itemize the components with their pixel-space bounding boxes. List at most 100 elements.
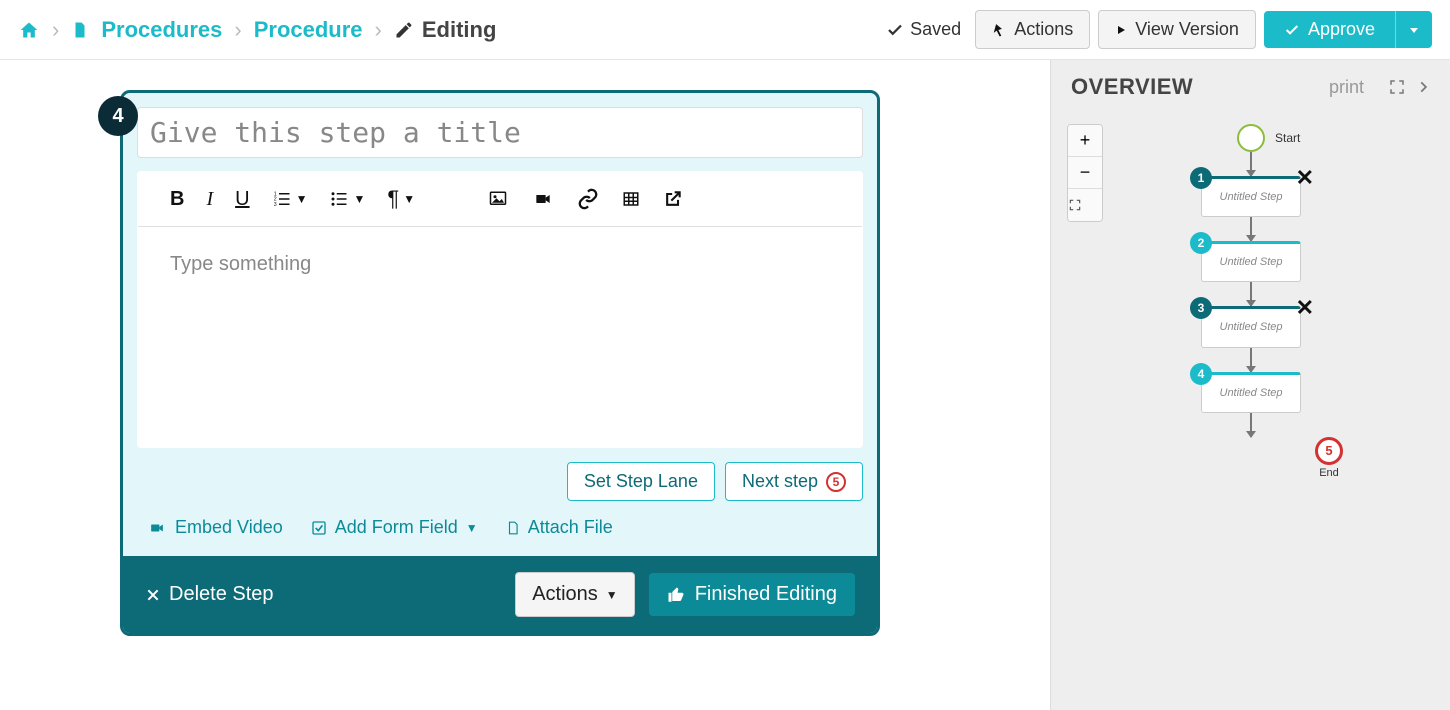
embed-video-link[interactable]: Embed Video: [147, 517, 283, 538]
flow-step-node[interactable]: 4Untitled Step: [1201, 372, 1301, 413]
link-icon[interactable]: [577, 188, 599, 210]
flow-step-number: 1: [1190, 167, 1212, 189]
collapse-icon[interactable]: [1416, 78, 1430, 96]
next-step-badge: 5: [826, 472, 846, 492]
print-link[interactable]: print: [1329, 77, 1364, 98]
delete-step-label: Delete Step: [169, 583, 274, 606]
fullscreen-icon[interactable]: [1388, 78, 1406, 96]
flow-step-node[interactable]: 2Untitled Step: [1201, 241, 1301, 282]
flow-step-label: Untitled Step: [1208, 321, 1294, 334]
current-step-badge: 4: [98, 96, 138, 136]
breadcrumb: › Procedures › Procedure › Editing: [18, 17, 496, 43]
overview-panel: OVERVIEW print + − Start: [1050, 60, 1450, 710]
footer-actions-label: Actions: [532, 583, 598, 606]
zoom-out-button[interactable]: −: [1068, 157, 1102, 189]
view-version-button[interactable]: View Version: [1098, 10, 1256, 49]
finished-editing-button[interactable]: Finished Editing: [649, 573, 855, 616]
flow-connector: [1250, 348, 1252, 372]
bold-icon[interactable]: B: [170, 188, 184, 211]
zoom-fit-button[interactable]: [1068, 189, 1102, 221]
rte-toolbar: B I U 123 ▼ ▼ ¶ ▼: [138, 172, 862, 227]
set-step-lane-button[interactable]: Set Step Lane: [567, 462, 715, 501]
table-icon[interactable]: [621, 190, 641, 208]
delete-step-link[interactable]: Delete Step: [145, 583, 274, 606]
actions-label: Actions: [1014, 19, 1073, 40]
flow-connector: [1250, 152, 1252, 176]
end-label: End: [1319, 467, 1339, 479]
flow-step-label: Untitled Step: [1208, 256, 1294, 269]
zoom-in-button[interactable]: +: [1068, 125, 1102, 157]
file-icon: [71, 20, 89, 40]
paragraph-icon[interactable]: ¶ ▼: [387, 186, 415, 212]
start-circle-icon: [1237, 124, 1265, 152]
embed-video-label: Embed Video: [175, 517, 283, 538]
add-form-field-link[interactable]: Add Form Field ▼: [311, 517, 478, 538]
step-action-row: Set Step Lane Next step 5: [123, 462, 877, 511]
breadcrumb-separator: ›: [52, 17, 59, 43]
topbar-right: Saved Actions View Version Approve: [886, 10, 1432, 49]
end-circle-icon: 5: [1315, 437, 1343, 465]
editor-column: 4 B I U 123 ▼ ▼: [0, 60, 1050, 710]
actions-button[interactable]: Actions: [975, 10, 1090, 49]
end-node[interactable]: 5 End: [1237, 437, 1421, 479]
flow-connector: [1250, 413, 1252, 437]
ordered-list-icon[interactable]: 123 ▼: [272, 190, 308, 208]
breadcrumb-separator: ›: [375, 17, 382, 43]
breadcrumb-procedures[interactable]: Procedures: [101, 17, 222, 43]
approve-caret-button[interactable]: [1395, 11, 1432, 48]
add-form-field-label: Add Form Field: [335, 517, 458, 538]
saved-label: Saved: [910, 19, 961, 40]
approve-button[interactable]: Approve: [1264, 11, 1395, 48]
home-icon[interactable]: [18, 20, 40, 40]
approve-label: Approve: [1308, 19, 1375, 40]
zoom-controls: + −: [1067, 124, 1103, 222]
main: 4 B I U 123 ▼ ▼: [0, 60, 1450, 710]
flow-step-label: Untitled Step: [1208, 191, 1294, 204]
start-node[interactable]: Start: [1237, 124, 1421, 152]
attachment-row: Embed Video Add Form Field ▼ Attach File: [123, 511, 877, 556]
close-icon[interactable]: ✕: [1296, 295, 1314, 321]
breadcrumb-editing: Editing: [394, 17, 497, 43]
approve-button-group: Approve: [1264, 11, 1432, 48]
chevron-down-icon: ▼: [296, 192, 308, 206]
next-step-label: Next step: [742, 471, 818, 492]
video-icon[interactable]: [531, 191, 555, 207]
flow-step-node[interactable]: 1✕Untitled Step: [1201, 176, 1301, 217]
topbar: › Procedures › Procedure › Editing Saved…: [0, 0, 1450, 60]
flow-step-number: 2: [1190, 232, 1212, 254]
close-icon[interactable]: ✕: [1296, 165, 1314, 191]
flow-step-node[interactable]: 3✕Untitled Step: [1201, 306, 1301, 347]
saved-indicator: Saved: [886, 19, 961, 40]
chevron-down-icon: ▼: [606, 588, 618, 602]
rte-body[interactable]: Type something: [138, 227, 862, 447]
attach-file-link[interactable]: Attach File: [506, 517, 613, 538]
start-label: Start: [1275, 131, 1300, 145]
image-icon[interactable]: [487, 190, 509, 208]
flow-step-label: Untitled Step: [1208, 387, 1294, 400]
flow-diagram: Start 1✕Untitled Step2Untitled Step3✕Unt…: [1181, 124, 1421, 479]
attach-file-label: Attach File: [528, 517, 613, 538]
breadcrumb-procedure[interactable]: Procedure: [254, 17, 363, 43]
breadcrumb-separator: ›: [234, 17, 241, 43]
italic-icon[interactable]: I: [206, 188, 213, 211]
underline-icon[interactable]: U: [235, 188, 249, 211]
breadcrumb-current-label: Editing: [422, 17, 497, 43]
rich-text-editor: B I U 123 ▼ ▼ ¶ ▼: [137, 171, 863, 448]
footer-actions-button[interactable]: Actions ▼: [515, 572, 634, 617]
next-step-button[interactable]: Next step 5: [725, 462, 863, 501]
external-link-icon[interactable]: [663, 189, 683, 209]
overview-canvas[interactable]: + − Start 1✕Untitled Step2Untitled Step3…: [1051, 114, 1450, 684]
flow-step-number: 4: [1190, 363, 1212, 385]
overview-title: OVERVIEW: [1071, 74, 1193, 100]
view-version-label: View Version: [1135, 19, 1239, 40]
pencil-icon: [394, 20, 414, 40]
flow-step-number: 3: [1190, 297, 1212, 319]
card-footer: Delete Step Actions ▼ Finished Editing: [123, 556, 877, 633]
step-title-input[interactable]: [137, 107, 863, 158]
svg-text:3: 3: [273, 202, 276, 208]
chevron-down-icon: ▼: [403, 192, 415, 206]
unordered-list-icon[interactable]: ▼: [329, 190, 365, 208]
step-editor-card: B I U 123 ▼ ▼ ¶ ▼: [120, 90, 880, 636]
finished-label: Finished Editing: [695, 583, 837, 606]
flow-connector: [1250, 217, 1252, 241]
